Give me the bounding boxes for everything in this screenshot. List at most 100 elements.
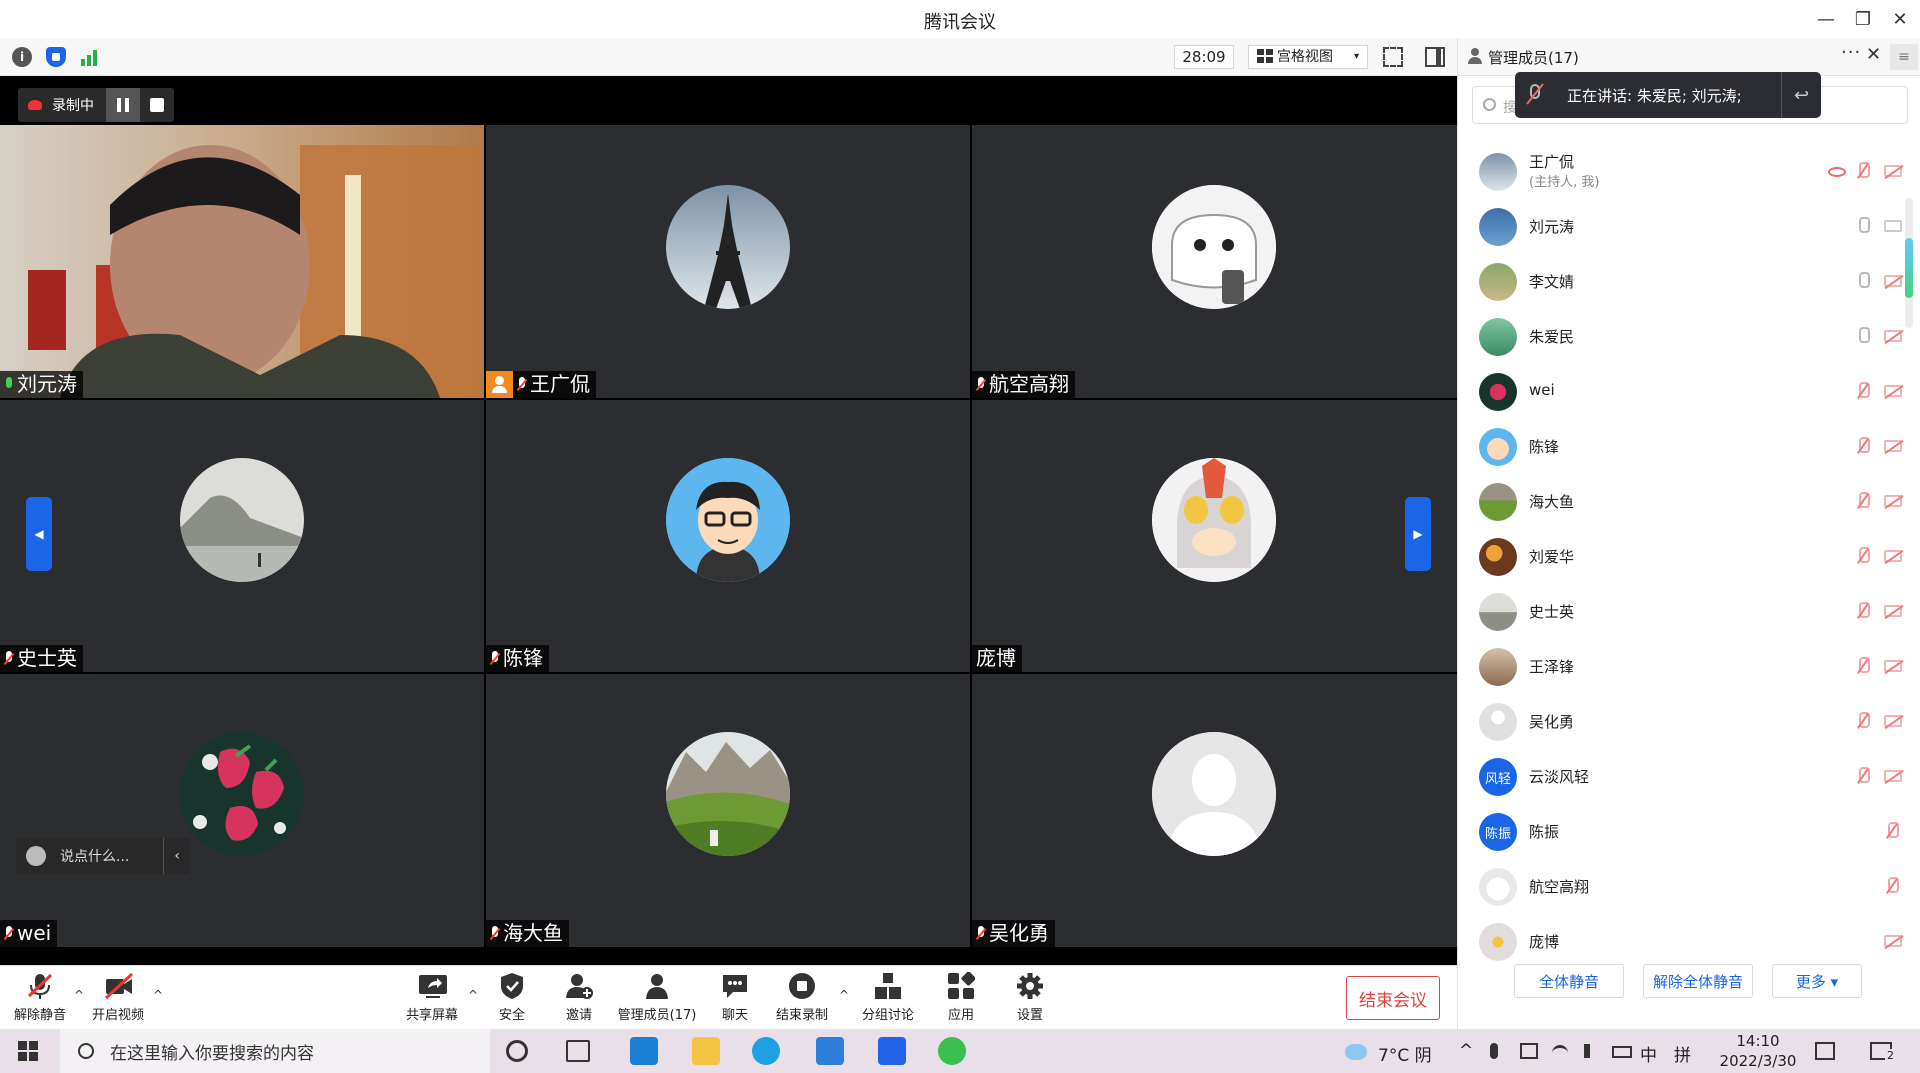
member-row[interactable]: 朱爱民 — [1458, 308, 1902, 363]
mic-muted-icon[interactable] — [1856, 547, 1870, 567]
emoji-icon[interactable] — [26, 846, 46, 866]
member-row[interactable]: 刘元涛 — [1458, 198, 1902, 253]
member-row[interactable]: 史士英 — [1458, 583, 1902, 638]
video-tile-8[interactable]: 吴化勇 — [972, 674, 1457, 947]
quick-chat-input[interactable]: 说点什么... ‹ — [16, 838, 190, 874]
camera-off-icon[interactable] — [1884, 660, 1902, 672]
panel-menu-button[interactable]: ≡ — [1890, 44, 1918, 70]
settings-button[interactable]: 设置 — [990, 972, 1070, 1023]
member-row[interactable]: 陈振 陈振 — [1458, 803, 1899, 858]
member-row[interactable]: 陈锋 — [1458, 418, 1902, 473]
more-options-button[interactable]: ··· — [1841, 42, 1861, 63]
file-explorer-icon[interactable] — [692, 1037, 720, 1065]
camera-off-icon[interactable] — [1884, 770, 1902, 782]
wechat-icon[interactable] — [938, 1037, 966, 1065]
camera-icon[interactable] — [1884, 220, 1902, 232]
mic-muted-icon[interactable] — [1856, 162, 1870, 182]
mic-muted-icon[interactable] — [1856, 382, 1870, 402]
tray-mic-icon[interactable] — [1490, 1043, 1498, 1059]
camera-off-icon[interactable] — [1884, 385, 1902, 397]
scrollbar-thumb[interactable] — [1905, 238, 1913, 298]
member-row[interactable]: 吴化勇 — [1458, 693, 1902, 748]
ime-mode[interactable]: 中 — [1640, 1041, 1657, 1066]
video-tile-2[interactable]: 航空高翔 — [972, 125, 1457, 398]
start-video-button[interactable]: 开启视频 — [78, 972, 158, 1023]
reply-icon[interactable]: ↩ — [1781, 72, 1821, 118]
more-button[interactable]: 更多 ▾ — [1772, 964, 1862, 998]
wifi-icon[interactable] — [1552, 1045, 1568, 1061]
sidebar-toggle-icon[interactable] — [1425, 47, 1445, 67]
shield-icon[interactable] — [46, 47, 66, 67]
member-row[interactable]: 航空高翔 — [1458, 858, 1899, 913]
weather-icon[interactable] — [1345, 1044, 1367, 1060]
pause-recording-button[interactable] — [106, 88, 140, 122]
info-icon[interactable]: i — [12, 47, 32, 67]
mic-muted-icon[interactable] — [1856, 657, 1870, 677]
video-tile-5[interactable]: 庞博 — [972, 400, 1457, 672]
camera-off-icon[interactable] — [1884, 440, 1902, 452]
tencent-meeting-icon[interactable] — [878, 1037, 906, 1065]
fullscreen-icon[interactable] — [1383, 47, 1403, 67]
tray-overflow-icon[interactable]: ^ — [1459, 1041, 1473, 1061]
end-recording-button[interactable]: 结束录制 — [762, 972, 842, 1023]
member-row[interactable]: 庞博 — [1458, 913, 1902, 968]
camera-off-icon[interactable] — [1884, 550, 1902, 562]
member-row[interactable]: 王泽锋 — [1458, 638, 1902, 693]
member-row[interactable]: wei — [1458, 363, 1902, 418]
unmute-all-button[interactable]: 解除全体静音 — [1643, 964, 1753, 998]
mic-muted-icon[interactable] — [1856, 767, 1870, 787]
end-meeting-button[interactable]: 结束会议 — [1346, 976, 1440, 1020]
camera-off-icon[interactable] — [1884, 275, 1902, 287]
video-options-caret[interactable]: ^ — [153, 988, 163, 1002]
restore-button[interactable]: ❐ — [1845, 4, 1881, 34]
camera-off-icon[interactable] — [1884, 495, 1902, 507]
camera-off-icon[interactable] — [1884, 330, 1902, 342]
member-row[interactable]: 风轻 云淡风轻 — [1458, 748, 1902, 803]
breakout-rooms-button[interactable]: 分组讨论 — [848, 972, 928, 1023]
weather-text[interactable]: 7°C 阴 — [1378, 1041, 1432, 1066]
member-list-scrollbar[interactable] — [1905, 198, 1913, 328]
mic-muted-icon[interactable] — [1856, 712, 1870, 732]
camera-off-icon[interactable] — [1884, 165, 1902, 177]
video-tile-3[interactable]: 史士英 — [0, 400, 484, 672]
invite-button[interactable]: 邀请 — [539, 972, 619, 1023]
battery-icon[interactable] — [1612, 1046, 1632, 1058]
camera-off-icon[interactable] — [1884, 935, 1902, 947]
member-row[interactable]: 海大鱼 — [1458, 473, 1902, 528]
taskbar-clock[interactable]: 14:10 2022/3/30 — [1718, 1031, 1798, 1071]
windows-start-icon[interactable] — [18, 1041, 38, 1061]
cortana-icon[interactable] — [506, 1040, 528, 1062]
minimize-button[interactable]: — — [1808, 4, 1844, 34]
video-tile-0[interactable]: 刘元涛 — [0, 125, 484, 398]
mute-all-button[interactable]: 全体静音 — [1514, 964, 1624, 998]
video-tile-7[interactable]: 海大鱼 — [486, 674, 970, 947]
share-screen-button[interactable]: 共享屏幕 — [392, 972, 472, 1023]
unmute-button[interactable]: 解除静音 — [0, 972, 80, 1023]
stop-recording-button[interactable] — [140, 88, 174, 122]
camera-off-icon[interactable] — [1884, 605, 1902, 617]
video-tile-6[interactable]: wei — [0, 674, 484, 947]
mic-muted-icon[interactable] — [1885, 822, 1899, 842]
video-tile-1[interactable]: 王广侃 — [486, 125, 970, 398]
mic-icon[interactable] — [1856, 327, 1870, 347]
view-mode-dropdown[interactable]: 宫格视图 ▾ — [1248, 45, 1368, 69]
next-page-button[interactable]: ▶ — [1405, 497, 1431, 571]
mic-icon[interactable] — [1856, 217, 1870, 237]
signal-bars-icon[interactable] — [80, 47, 100, 67]
task-view-icon[interactable] — [566, 1040, 590, 1062]
speaker-icon[interactable] — [1584, 1044, 1598, 1058]
close-button[interactable]: ✕ — [1882, 4, 1918, 34]
close-panel-button[interactable]: ✕ — [1866, 44, 1881, 65]
mic-muted-icon[interactable] — [1856, 437, 1870, 457]
ime-pinyin[interactable]: 拼 — [1674, 1041, 1691, 1066]
action-center-icon[interactable] — [1815, 1042, 1835, 1060]
previous-page-button[interactable]: ◀ — [26, 497, 52, 571]
video-tile-4[interactable]: 陈锋 — [486, 400, 970, 672]
member-row[interactable]: 李文婧 — [1458, 253, 1902, 308]
apps-button[interactable]: 应用 — [921, 971, 1001, 1023]
mic-muted-icon[interactable] — [1856, 492, 1870, 512]
mic-icon[interactable] — [1856, 272, 1870, 292]
taskbar-search-input[interactable]: 在这里输入你要搜索的内容 — [60, 1029, 490, 1073]
manage-members-button[interactable]: 管理成员(17) — [617, 972, 697, 1023]
mail-icon[interactable] — [630, 1037, 658, 1065]
